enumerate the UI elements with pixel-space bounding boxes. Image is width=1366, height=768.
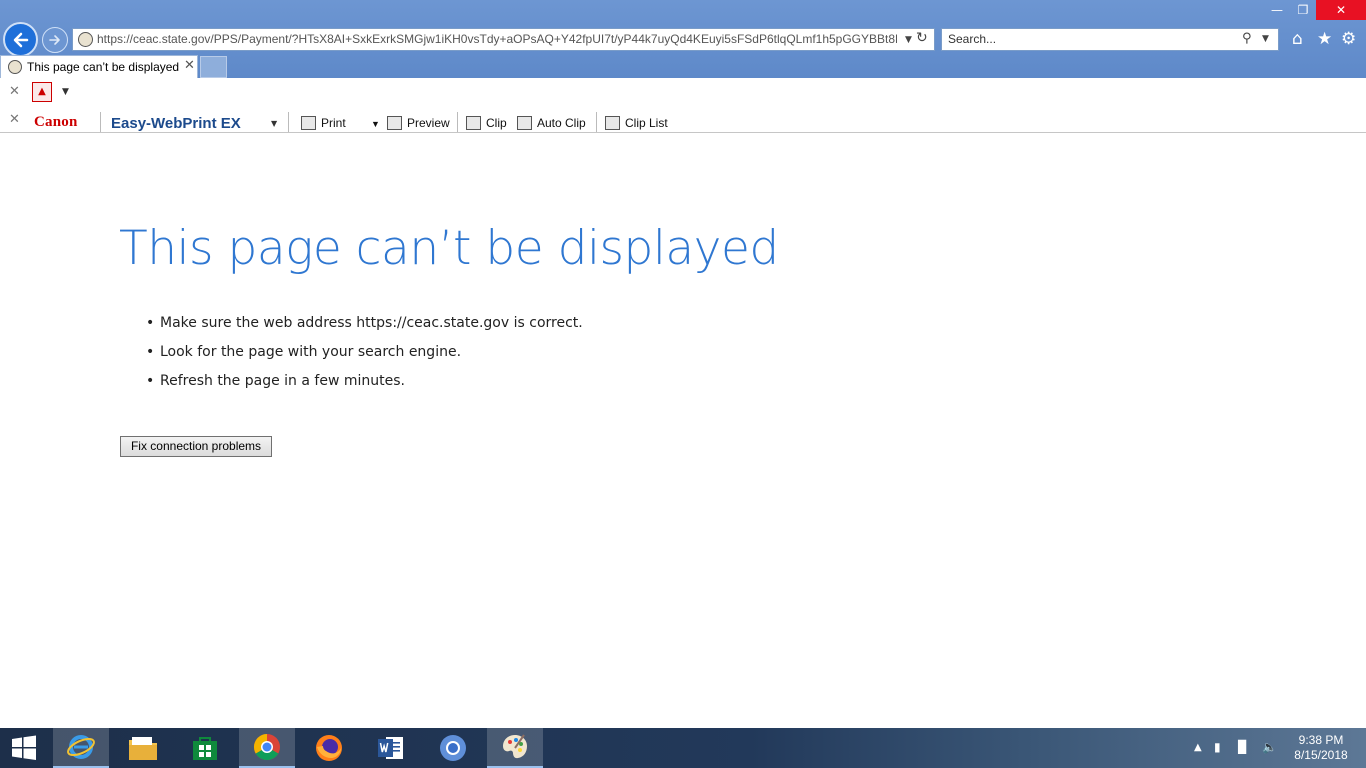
toolbar-divider <box>100 112 101 132</box>
close-toolbar-icon[interactable]: ✕ <box>9 112 20 127</box>
minimize-icon[interactable]: — <box>1264 0 1290 20</box>
restore-icon[interactable]: ❐ <box>1290 0 1316 20</box>
search-icon[interactable]: ⚲ <box>1242 31 1252 46</box>
clip-icon[interactable] <box>466 116 481 130</box>
error-heading: This page can’t be displayed <box>119 221 779 276</box>
site-seal-icon <box>8 60 22 74</box>
pdf-dropdown-icon[interactable]: ▼ <box>62 87 69 97</box>
back-arrow-icon <box>13 32 28 47</box>
page-content: This page can’t be displayed • Make sure … <box>0 133 1366 728</box>
forward-arrow-icon <box>49 35 60 45</box>
tab-active[interactable]: This page can’t be displayed ✕ <box>0 55 198 78</box>
tab-close-icon[interactable]: ✕ <box>184 58 195 73</box>
auto-clip-button[interactable]: Auto Clip <box>537 116 586 130</box>
tray-chevron-up-icon[interactable]: ▲ <box>1194 742 1202 753</box>
search-dropdown-icon[interactable]: ▼ <box>1262 34 1269 44</box>
easy-webprint-menu[interactable]: Easy-WebPrint EX <box>111 115 241 132</box>
printer-icon[interactable] <box>301 116 316 130</box>
taskbar: ▲ ▮ ▉ 🔈 9:38 PM 8/15/2018 <box>0 728 1366 768</box>
word-icon <box>378 737 403 759</box>
volume-icon[interactable]: 🔈 <box>1262 740 1277 754</box>
pdf-toolbar: ✕ ▲ ▼ <box>0 78 1366 106</box>
list-item: • Make sure the web address https://ceac.… <box>146 315 583 331</box>
home-icon[interactable]: ⌂ <box>1292 29 1303 49</box>
clip-button[interactable]: Clip <box>486 116 507 130</box>
toolbar-divider <box>288 112 289 132</box>
clock-time: 9:38 PM <box>1298 733 1344 747</box>
gear-icon[interactable]: ⚙ <box>1341 29 1356 49</box>
print-dropdown-icon[interactable]: ▼ <box>371 119 380 129</box>
address-dropdown-icon[interactable]: ▼ <box>905 35 912 45</box>
taskbar-word[interactable] <box>363 728 419 768</box>
clock-date: 8/15/2018 <box>1294 748 1348 762</box>
search-input[interactable]: Search... <box>948 32 996 46</box>
tips-list: • Make sure the web address https://ceac.… <box>146 315 583 402</box>
address-text[interactable]: https://ceac.state.gov/PPS/Payment/?HTsX… <box>97 32 897 46</box>
taskbar-paint[interactable] <box>487 728 543 768</box>
forward-button[interactable] <box>42 27 68 53</box>
close-window-button[interactable]: ✕ <box>1316 0 1366 20</box>
browser-chrome: — ❐ ✕ https://ceac.state.gov/PPS/Payment… <box>0 0 1366 78</box>
taskbar-chrome-alt[interactable] <box>425 728 481 768</box>
print-button[interactable]: Print <box>321 116 346 130</box>
canon-logo: Canon <box>34 114 78 130</box>
paint-palette-icon <box>503 734 527 759</box>
pdf-convert-icon[interactable]: ▲ <box>32 82 52 102</box>
chrome-alt-icon <box>440 735 466 761</box>
refresh-icon[interactable]: ↻ <box>916 30 928 46</box>
system-clock[interactable]: 9:38 PM 8/15/2018 <box>1290 733 1352 763</box>
taskbar-firefox[interactable] <box>301 728 357 768</box>
favorites-star-icon[interactable]: ★ <box>1317 29 1332 49</box>
easy-webprint-toolbar: ✕ Canon Easy-WebPrint EX ▼ Print ▼ Previ… <box>0 106 1366 133</box>
fix-connection-button[interactable]: Fix connection problems <box>120 436 272 457</box>
windows-logo-icon <box>12 735 36 760</box>
taskbar-chrome[interactable] <box>239 728 295 768</box>
search-box[interactable]: Search... ⚲ ▼ <box>941 28 1279 51</box>
toolbar-divider <box>457 112 458 132</box>
battery-icon[interactable]: ▮ <box>1214 740 1221 754</box>
internet-explorer-icon <box>67 735 95 759</box>
auto-clip-icon[interactable] <box>517 116 532 130</box>
taskbar-internet-explorer[interactable] <box>53 728 109 768</box>
list-item: • Look for the page with your search engi… <box>146 344 462 360</box>
close-toolbar-icon[interactable]: ✕ <box>9 84 20 99</box>
folder-icon <box>129 737 157 760</box>
taskbar-file-explorer[interactable] <box>115 728 171 768</box>
address-bar[interactable]: https://ceac.state.gov/PPS/Payment/?HTsX… <box>72 28 935 51</box>
preview-button[interactable]: Preview <box>407 116 450 130</box>
back-button[interactable] <box>3 22 38 57</box>
list-item: • Refresh the page in a few minutes. <box>146 373 405 389</box>
network-icon[interactable]: ▉ <box>1238 740 1247 754</box>
tab-title: This page can’t be displayed <box>27 60 180 74</box>
chevron-down-icon[interactable]: ▼ <box>271 119 277 128</box>
firefox-icon <box>316 735 342 761</box>
chrome-icon <box>253 733 280 761</box>
new-tab-button[interactable] <box>200 56 227 78</box>
store-icon <box>193 737 217 760</box>
taskbar-store[interactable] <box>177 728 233 768</box>
clip-list-icon[interactable] <box>605 116 620 130</box>
preview-icon[interactable] <box>387 116 402 130</box>
start-button[interactable] <box>0 728 48 768</box>
clip-list-button[interactable]: Clip List <box>625 116 668 130</box>
toolbar-divider <box>596 112 597 132</box>
site-seal-icon <box>78 32 93 47</box>
